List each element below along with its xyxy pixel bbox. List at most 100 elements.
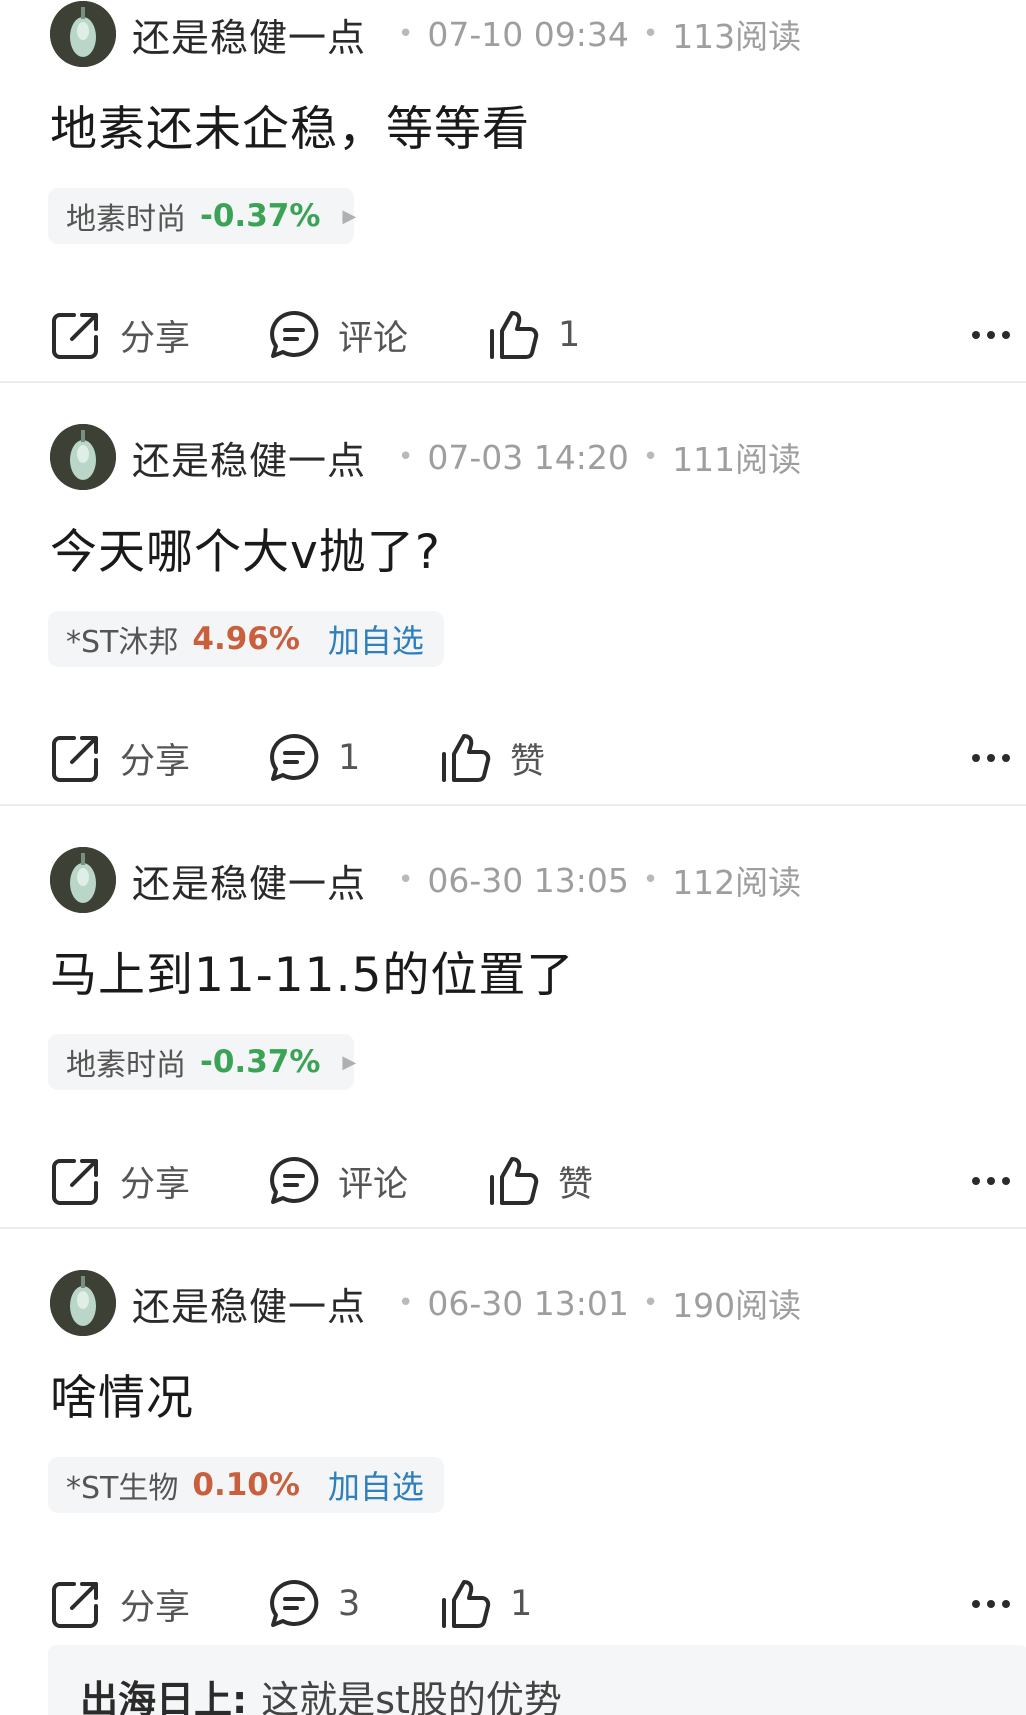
- share-icon: [52, 1582, 98, 1628]
- share-label: 分享: [120, 318, 191, 359]
- read-count: 111阅读: [672, 440, 802, 479]
- comment-icon: [270, 310, 319, 358]
- comment-icon: [270, 1579, 319, 1627]
- post-header: 还是稳健一点 • 07-10 09:34 • 113阅读: [50, 0, 801, 68]
- post-time: 06-30 13:05: [427, 860, 629, 900]
- action-bar: 分享 3 1: [0, 1569, 1026, 1639]
- add-watchlist-button[interactable]: 加自选: [328, 616, 424, 662]
- post-meta: • 06-30 13:01 • 190阅读: [384, 1279, 801, 1327]
- more-icon[interactable]: [972, 1146, 1010, 1216]
- thumbs-up-icon: [442, 1580, 491, 1628]
- stock-change: -0.37%: [200, 198, 321, 234]
- post-content[interactable]: 地素还未企稳，等等看: [50, 90, 530, 159]
- separator-dot: •: [642, 442, 659, 472]
- comment-button[interactable]: 评论: [268, 300, 408, 370]
- comment-label: 1: [338, 738, 361, 778]
- reply-text: 这就是st股的优势: [261, 1678, 562, 1715]
- post-time: 07-10 09:34: [427, 14, 629, 54]
- action-bar: 分享 1 赞: [0, 723, 1026, 793]
- like-label: 赞: [510, 741, 546, 782]
- comment-label: 评论: [338, 1164, 409, 1205]
- separator-dot: •: [642, 1288, 659, 1318]
- author-name[interactable]: 还是稳健一点: [132, 7, 366, 62]
- avatar[interactable]: [50, 1270, 116, 1336]
- stock-name: *ST沐邦: [66, 625, 179, 660]
- thumbs-up-icon: [490, 311, 539, 359]
- stock-tag[interactable]: 地素时尚 -0.37% ▶: [48, 188, 357, 244]
- comment-button[interactable]: 评论: [268, 1146, 408, 1216]
- read-count: 190阅读: [672, 1286, 802, 1325]
- separator-dot: •: [398, 442, 414, 472]
- post-header: 还是稳健一点 • 06-30 13:05 • 112阅读: [50, 846, 801, 914]
- reply-preview[interactable]: 出海日上: 这就是st股的优势: [48, 1645, 1026, 1715]
- post-meta: • 07-03 14:20 • 111阅读: [384, 433, 801, 481]
- like-label: 赞: [558, 1164, 594, 1205]
- stock-change: 4.96%: [192, 621, 300, 657]
- like-button[interactable]: 1: [440, 1569, 532, 1639]
- comment-button[interactable]: 1: [268, 723, 360, 793]
- more-icon[interactable]: [972, 1569, 1010, 1639]
- post-card: 还是稳健一点 • 06-30 13:01 • 190阅读 啥情况 *ST生物 0…: [0, 1229, 1026, 1652]
- post-meta: • 07-10 09:34 • 113阅读: [384, 10, 801, 58]
- post-card: 还是稳健一点 • 07-03 14:20 • 111阅读 今天哪个大v抛了? *…: [0, 383, 1026, 806]
- stock-tag[interactable]: *ST生物 0.10% 加自选: [48, 1457, 444, 1513]
- separator-dot: •: [398, 865, 414, 895]
- thumbs-up-icon: [490, 1157, 539, 1205]
- read-count: 112阅读: [672, 863, 802, 902]
- more-icon[interactable]: [972, 300, 1010, 370]
- triangle-right-icon: ▶: [342, 205, 357, 227]
- post-time: 07-03 14:20: [427, 437, 629, 477]
- post-meta: • 06-30 13:05 • 112阅读: [384, 856, 801, 904]
- stock-tag[interactable]: 地素时尚 -0.37% ▶: [48, 1034, 357, 1090]
- like-button[interactable]: 赞: [440, 723, 545, 793]
- avatar[interactable]: [50, 1, 116, 67]
- post-header: 还是稳健一点 • 06-30 13:01 • 190阅读: [50, 1269, 801, 1337]
- thumbs-up-icon: [442, 734, 491, 782]
- author-name[interactable]: 还是稳健一点: [132, 1276, 366, 1331]
- like-button[interactable]: 赞: [488, 1146, 593, 1216]
- comment-label: 评论: [338, 318, 409, 359]
- stock-name: 地素时尚: [66, 1048, 186, 1083]
- more-icon[interactable]: [972, 723, 1010, 793]
- post-card: 还是稳健一点 • 06-30 13:05 • 112阅读 马上到11-11.5的…: [0, 806, 1026, 1229]
- separator-dot: •: [398, 19, 414, 49]
- like-label: 1: [510, 1584, 533, 1624]
- post-content[interactable]: 今天哪个大v抛了?: [50, 513, 441, 582]
- triangle-right-icon: ▶: [342, 1051, 357, 1073]
- share-button[interactable]: 分享: [50, 1569, 190, 1639]
- comment-icon: [270, 733, 319, 781]
- stock-change: 0.10%: [192, 1467, 300, 1503]
- avatar[interactable]: [50, 847, 116, 913]
- share-icon: [52, 736, 98, 782]
- comment-icon: [270, 1156, 319, 1204]
- separator-dot: •: [398, 1288, 414, 1318]
- share-icon: [52, 1159, 98, 1205]
- like-label: 1: [558, 315, 581, 355]
- post-header: 还是稳健一点 • 07-03 14:20 • 111阅读: [50, 423, 801, 491]
- share-icon: [52, 313, 98, 359]
- author-name[interactable]: 还是稳健一点: [132, 430, 366, 485]
- add-watchlist-button[interactable]: 加自选: [328, 1462, 424, 1508]
- stock-name: 地素时尚: [66, 202, 186, 237]
- stock-tag[interactable]: *ST沐邦 4.96% 加自选: [48, 611, 444, 667]
- author-name[interactable]: 还是稳健一点: [132, 853, 366, 908]
- share-label: 分享: [120, 1164, 191, 1205]
- post-content[interactable]: 啥情况: [50, 1359, 194, 1428]
- share-button[interactable]: 分享: [50, 1146, 190, 1216]
- post-time: 06-30 13:01: [427, 1283, 629, 1323]
- read-count: 113阅读: [672, 17, 802, 56]
- action-bar: 分享 评论 1: [0, 300, 1026, 370]
- comment-button[interactable]: 3: [268, 1569, 360, 1639]
- share-button[interactable]: 分享: [50, 300, 190, 370]
- separator-dot: •: [642, 865, 659, 895]
- stock-name: *ST生物: [66, 1471, 179, 1506]
- avatar[interactable]: [50, 424, 116, 490]
- comment-label: 3: [338, 1584, 361, 1624]
- share-label: 分享: [120, 1587, 191, 1628]
- share-button[interactable]: 分享: [50, 723, 190, 793]
- action-bar: 分享 评论 赞: [0, 1146, 1026, 1216]
- like-button[interactable]: 1: [488, 300, 580, 370]
- reply-author[interactable]: 出海日上:: [80, 1678, 247, 1715]
- post-content[interactable]: 马上到11-11.5的位置了: [50, 936, 574, 1005]
- separator-dot: •: [642, 19, 659, 49]
